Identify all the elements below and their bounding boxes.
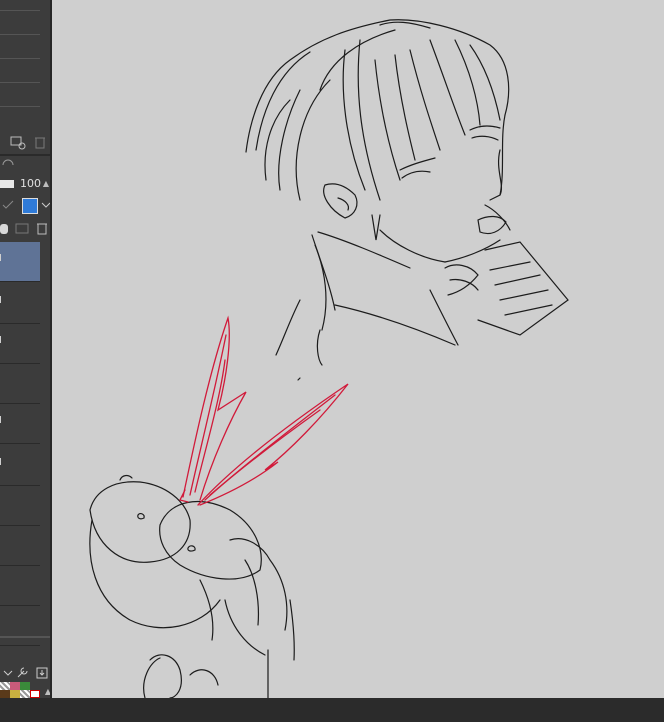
layer-row[interactable]: [0, 606, 40, 646]
refresh-icon[interactable]: [0, 158, 16, 174]
color-chip[interactable]: [10, 690, 20, 698]
chevron-up-icon[interactable]: ▲: [40, 684, 50, 698]
panel-divider: [0, 636, 50, 638]
color-chip[interactable]: [20, 682, 30, 690]
export-icon[interactable]: [34, 666, 50, 682]
drawing-canvas[interactable]: [52, 0, 664, 698]
mask-icon[interactable]: [14, 220, 30, 236]
trash-icon[interactable]: [32, 134, 48, 150]
color-chip[interactable]: [0, 690, 10, 698]
wrench-icon[interactable]: [14, 666, 30, 682]
layer-panel: 100 ▲ ▲: [0, 0, 52, 698]
trash-icon[interactable]: [34, 220, 50, 236]
layer-row[interactable]: [0, 566, 40, 606]
layer-row[interactable]: [0, 284, 40, 324]
transparent-chip[interactable]: [0, 682, 10, 690]
panel-divider: [0, 106, 40, 107]
layer-color-swatch[interactable]: [22, 198, 38, 214]
status-bar: [0, 698, 664, 722]
check-icon[interactable]: [0, 198, 16, 214]
layer-row[interactable]: [0, 242, 40, 282]
opacity-slider[interactable]: [0, 180, 14, 188]
color-chip[interactable]: [10, 682, 20, 690]
sketch-artwork: [89, 19, 569, 698]
layer-row[interactable]: [0, 364, 40, 404]
layer-row[interactable]: [0, 446, 40, 486]
layer-row[interactable]: [0, 526, 40, 566]
layer-mask-toggle[interactable]: [0, 224, 8, 234]
color-palette[interactable]: [0, 682, 40, 698]
panel-divider: [0, 82, 40, 83]
layer-row[interactable]: [0, 324, 40, 364]
new-layer-icon[interactable]: [10, 134, 26, 150]
current-color-chip[interactable]: [30, 690, 40, 698]
panel-divider: [0, 10, 40, 11]
opacity-value[interactable]: 100: [20, 176, 41, 192]
layer-row[interactable]: [0, 404, 40, 444]
stepper-icon[interactable]: ▲: [38, 176, 50, 192]
panel-divider: [0, 58, 40, 59]
panel-divider: [0, 34, 40, 35]
transparent-chip[interactable]: [20, 690, 30, 698]
panel-divider: [0, 154, 50, 156]
chevron-down-icon[interactable]: [38, 198, 50, 214]
layer-row[interactable]: [0, 486, 40, 526]
